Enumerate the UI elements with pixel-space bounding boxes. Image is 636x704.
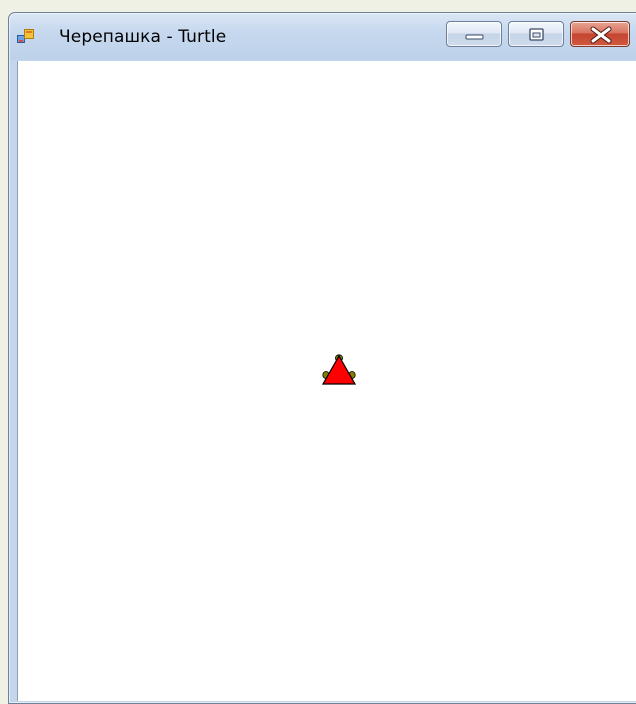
drawing-canvas[interactable] <box>17 61 636 701</box>
minimize-button[interactable] <box>446 21 502 47</box>
close-button[interactable] <box>570 21 630 47</box>
windows-form-icon[interactable] <box>17 27 35 45</box>
turtle-icon <box>320 353 358 387</box>
app-window: Черепашка - Turtle <box>8 12 636 704</box>
title-bar[interactable]: Черепашка - Turtle <box>9 13 636 59</box>
window-title: Черепашка - Turtle <box>59 27 227 47</box>
maximize-button[interactable] <box>508 21 564 47</box>
caption-buttons <box>446 21 630 49</box>
